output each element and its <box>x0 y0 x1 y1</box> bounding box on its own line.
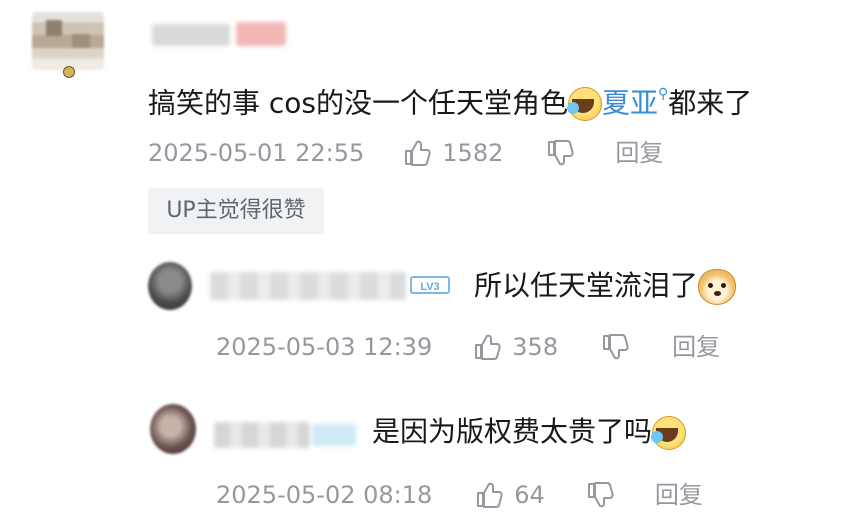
reply-button[interactable]: 回复 <box>672 332 720 362</box>
like-count: 64 <box>514 481 545 509</box>
like-count: 1582 <box>442 139 504 167</box>
reply-text-content: 所以任天堂流泪了 <box>474 269 699 302</box>
doge-emoji-icon <box>698 269 737 305</box>
thumbs-down-icon[interactable] <box>545 138 575 168</box>
reply-button[interactable]: 回复 <box>615 138 663 168</box>
comment-meta-row: 2025-05-01 22:55 1582 回复 <box>148 138 663 168</box>
level-badge: LV3 <box>410 276 450 294</box>
user-tag-blurred <box>312 424 356 446</box>
thumbs-up-icon[interactable] <box>402 138 432 168</box>
avatar[interactable] <box>150 404 196 454</box>
like-count: 358 <box>512 333 559 361</box>
username-blurred[interactable] <box>214 422 310 448</box>
comment-timestamp: 2025-05-01 22:55 <box>148 139 365 167</box>
thumbs-down-icon[interactable] <box>585 480 615 510</box>
avatar[interactable] <box>148 262 192 310</box>
username-blurred[interactable] <box>210 272 406 300</box>
comment-text-part1: 搞笑的事 cos的没一个任天堂角色 <box>148 86 569 120</box>
reply-timestamp: 2025-05-02 08:18 <box>216 481 433 509</box>
reply-meta-row: 2025-05-03 12:39 358 回复 <box>216 332 720 362</box>
reply-text: 所以任天堂流泪了 <box>474 268 737 305</box>
thumbs-up-icon[interactable] <box>474 480 504 510</box>
laugh-cry-emoji-icon <box>651 416 687 450</box>
reply-text: 是因为版权费太贵了吗 <box>372 414 687 450</box>
reply-text-content: 是因为版权费太贵了吗 <box>372 415 653 448</box>
laugh-cry-emoji-icon <box>567 87 603 122</box>
user-tag-blurred <box>236 22 286 46</box>
thumbs-down-icon[interactable] <box>600 332 630 362</box>
avatar-pendant-badge <box>63 66 75 78</box>
reply-button[interactable]: 回复 <box>655 480 703 510</box>
reply-meta-row: 2025-05-02 08:18 64 回复 <box>216 480 703 510</box>
search-icon[interactable]: ⚲ <box>658 76 668 112</box>
avatar[interactable] <box>32 12 104 70</box>
thumbs-up-icon[interactable] <box>472 332 502 362</box>
username-blurred[interactable] <box>152 24 230 46</box>
up-liked-badge: UP主觉得很赞 <box>148 188 324 234</box>
comment-text: 搞笑的事 cos的没一个任天堂角色 夏亚⚲都来了 <box>148 80 753 122</box>
mention-link[interactable]: 夏亚 <box>602 86 658 119</box>
comment-text-part2: 都来了 <box>668 86 753 120</box>
reply-timestamp: 2025-05-03 12:39 <box>216 333 433 361</box>
